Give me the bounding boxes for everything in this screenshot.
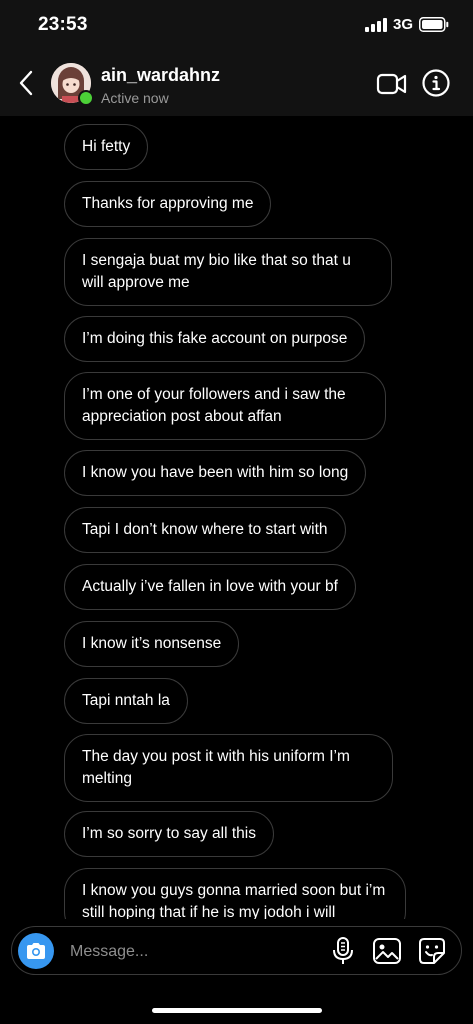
microphone-button[interactable] xyxy=(330,936,356,966)
message-bubble[interactable]: I know you have been with him so long xyxy=(64,450,367,496)
message-bubble[interactable]: Thanks for approving me xyxy=(64,181,272,227)
gallery-button[interactable] xyxy=(372,936,402,966)
active-status: Active now xyxy=(101,90,169,106)
username[interactable]: ain_wardahnz xyxy=(101,65,220,86)
network-type: 3G xyxy=(392,16,413,33)
message-bubble[interactable]: I’m so sorry to say all this xyxy=(64,811,274,857)
message-bubble[interactable]: Hi fetty xyxy=(64,124,149,170)
message-thread[interactable]: Hi fetty Thanks for approving me I senga… xyxy=(0,116,473,919)
camera-button[interactable] xyxy=(18,933,54,969)
online-indicator xyxy=(78,90,94,106)
back-button[interactable] xyxy=(12,68,40,98)
battery-icon xyxy=(419,17,449,32)
camera-icon xyxy=(25,942,47,960)
status-bar: 23:53 3G xyxy=(0,0,473,52)
microphone-icon xyxy=(330,936,356,966)
info-icon xyxy=(421,68,451,98)
status-indicators: 3G xyxy=(364,16,449,33)
video-call-icon xyxy=(376,70,408,98)
back-arrow-icon xyxy=(18,70,34,96)
video-call-button[interactable] xyxy=(376,70,408,98)
info-button[interactable] xyxy=(421,68,451,98)
message-bubble[interactable]: The day you post it with his uniform I’m… xyxy=(64,734,393,802)
message-bubble[interactable]: I sengaja buat my bio like that so that … xyxy=(64,238,392,306)
message-bubble[interactable]: Tapi nntah la xyxy=(64,678,188,724)
message-bubble[interactable]: I’m one of your followers and i saw the … xyxy=(64,372,386,440)
status-time: 23:53 xyxy=(38,14,88,35)
signal-icon xyxy=(364,17,387,32)
message-bubble[interactable]: Tapi I don’t know where to start with xyxy=(64,507,346,553)
sticker-button[interactable] xyxy=(417,936,447,966)
home-indicator[interactable] xyxy=(152,1008,322,1013)
gallery-icon xyxy=(372,936,402,966)
message-composer xyxy=(11,926,462,975)
message-bubble[interactable]: Actually i’ve fallen in love with your b… xyxy=(64,564,356,610)
chat-header: ain_wardahnz Active now xyxy=(0,56,473,112)
sticker-icon xyxy=(417,936,447,966)
message-bubble[interactable]: I know you guys gonna married soon but i… xyxy=(64,868,406,919)
message-bubble[interactable]: I’m doing this fake account on purpose xyxy=(64,316,366,362)
message-input[interactable] xyxy=(68,937,322,967)
message-bubble[interactable]: I know it’s nonsense xyxy=(64,621,240,667)
